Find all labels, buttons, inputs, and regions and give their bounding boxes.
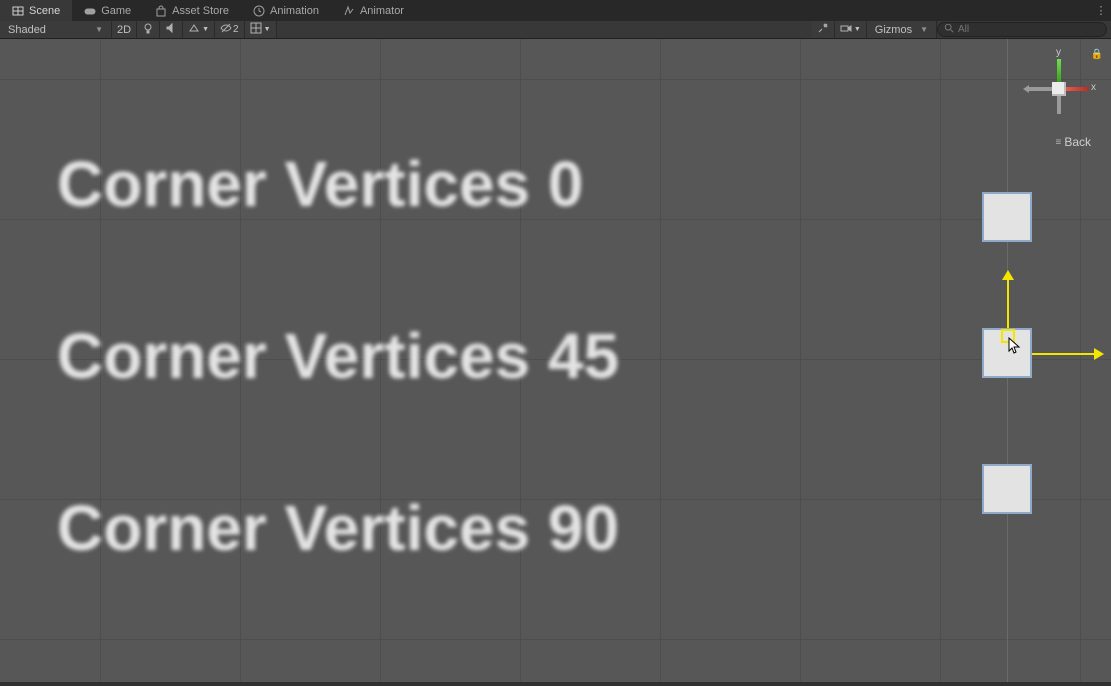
tab-game[interactable]: Game xyxy=(72,0,143,21)
shading-mode-dropdown[interactable]: Shaded ▼ xyxy=(0,21,112,38)
orientation-y-axis[interactable] xyxy=(1057,59,1061,82)
fx-icon xyxy=(188,22,200,37)
grid-toggle[interactable]: ▼ xyxy=(245,21,277,38)
scene-text-label-2: Corner Vertices 90 xyxy=(57,491,619,565)
game-icon xyxy=(84,5,96,17)
move-gizmo-y-axis[interactable] xyxy=(1007,280,1009,328)
chevron-down-icon: ▼ xyxy=(202,26,209,33)
move-gizmo-x-axis[interactable] xyxy=(1032,353,1094,355)
lightbulb-icon xyxy=(142,22,154,37)
scene-viewport[interactable]: Corner Vertices 0 Corner Vertices 45 Cor… xyxy=(0,39,1111,682)
lighting-toggle[interactable] xyxy=(137,21,160,38)
scene-object-square-top[interactable] xyxy=(982,192,1032,242)
grid-icon xyxy=(250,22,262,37)
hidden-objects-toggle[interactable]: 2 xyxy=(215,21,245,38)
tab-label: Animator xyxy=(360,5,404,17)
chevron-down-icon: ▼ xyxy=(920,25,928,34)
orientation-gizmo[interactable]: 🔒 y x xyxy=(1019,49,1099,129)
tab-label: Animation xyxy=(270,5,319,17)
chevron-down-icon: ▼ xyxy=(264,26,271,33)
orientation-y-label: y xyxy=(1056,47,1061,58)
camera-settings-button[interactable]: ▼ xyxy=(835,21,867,38)
clock-icon xyxy=(253,5,265,17)
orientation-mode-text: Back xyxy=(1064,135,1091,149)
search-icon xyxy=(944,23,954,36)
chevron-down-icon: ▼ xyxy=(95,25,103,34)
orientation-x-label: x xyxy=(1091,82,1096,93)
toggle-2d-button[interactable]: 2D xyxy=(112,21,137,38)
scene-text-label-0: Corner Vertices 0 xyxy=(57,147,584,221)
tab-animator[interactable]: Animator xyxy=(331,0,416,21)
shading-mode-value: Shaded xyxy=(8,24,46,36)
scene-toolbar: Shaded ▼ 2D ▼ 2 ▼ xyxy=(0,21,1111,39)
tab-scene[interactable]: Scene xyxy=(0,0,72,21)
orientation-x-axis[interactable] xyxy=(1066,87,1089,91)
scene-tools-button[interactable] xyxy=(812,21,835,38)
tab-asset-store[interactable]: Asset Store xyxy=(143,0,241,21)
audio-toggle[interactable] xyxy=(160,21,183,38)
tab-overflow-menu[interactable]: ⋮ xyxy=(1091,0,1111,21)
scene-object-square-bottom[interactable] xyxy=(982,464,1032,514)
orientation-neg-x[interactable] xyxy=(1029,87,1052,91)
gizmos-dropdown[interactable]: Gizmos ▼ xyxy=(867,21,937,38)
orientation-cube[interactable] xyxy=(1052,82,1066,96)
camera-icon xyxy=(840,22,852,37)
mouse-cursor-icon xyxy=(1008,337,1021,355)
gizmos-label: Gizmos xyxy=(875,24,912,36)
bottom-bar xyxy=(0,682,1111,686)
orientation-mode-label[interactable]: ≡ Back xyxy=(1055,135,1091,149)
tab-label: Game xyxy=(101,5,131,17)
orientation-neg-y[interactable] xyxy=(1057,96,1061,114)
scene-text-label-1: Corner Vertices 45 xyxy=(57,319,619,393)
hidden-icon xyxy=(220,22,232,37)
chevron-down-icon: ▼ xyxy=(854,26,861,33)
orientation-menu-icon: ≡ xyxy=(1055,137,1061,148)
toggle-2d-label: 2D xyxy=(117,24,131,36)
hidden-objects-count: 2 xyxy=(233,24,239,35)
tab-label: Scene xyxy=(29,5,60,17)
fx-toggle[interactable]: ▼ xyxy=(183,21,215,38)
audio-icon xyxy=(165,22,177,37)
tools-icon xyxy=(817,22,829,37)
bag-icon xyxy=(155,5,167,17)
tab-animation[interactable]: Animation xyxy=(241,0,331,21)
animator-icon xyxy=(343,5,355,17)
scene-icon xyxy=(12,5,24,17)
scene-search-input[interactable] xyxy=(958,24,1100,35)
lock-icon[interactable]: 🔒 xyxy=(1091,49,1103,60)
tab-label: Asset Store xyxy=(172,5,229,17)
scene-search[interactable] xyxy=(937,22,1107,37)
tab-strip: Scene Game Asset Store Animation Animato… xyxy=(0,0,1111,21)
